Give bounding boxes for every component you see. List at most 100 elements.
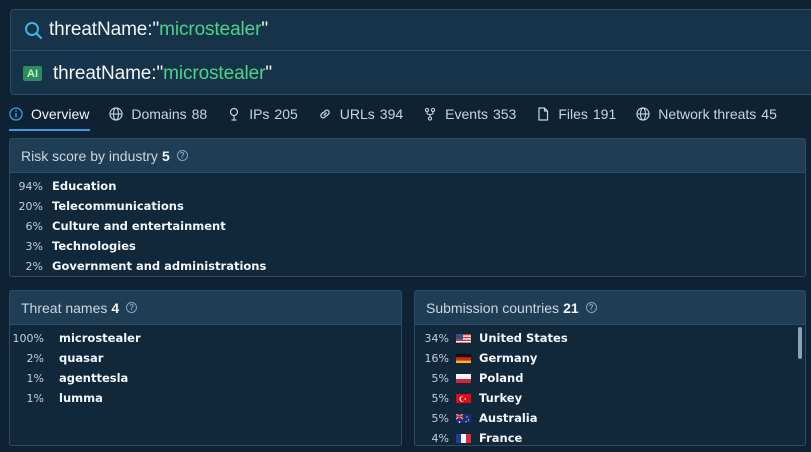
list-item[interactable]: 2% quasar: [10, 348, 401, 368]
list-item[interactable]: 2% Government and administrations: [10, 256, 805, 276]
list-item[interactable]: 1% agenttesla: [10, 368, 401, 388]
percent: 2%: [25, 259, 43, 273]
panel-title: Submission countries: [426, 299, 560, 316]
percent: 34%: [424, 331, 449, 345]
tab-bar: Overview Domains 88 IPs 205 URLs 394 Eve…: [0, 98, 811, 131]
list-item[interactable]: 1% lumma: [10, 388, 401, 408]
panel-count: 4: [111, 299, 120, 316]
search-icon: [24, 21, 43, 40]
tab-label: URLs: [339, 106, 375, 122]
tab-count: 353: [492, 106, 517, 122]
suggestion-text: threatName:"microstealer": [53, 63, 272, 85]
query-end: ": [261, 19, 269, 40]
list-item[interactable]: 34% United States: [415, 328, 805, 348]
pl-flag-icon: [456, 373, 471, 383]
panel-header: Submission countries 21 ?: [415, 291, 805, 325]
tab-label: Domains: [131, 106, 187, 122]
tab-label: IPs: [249, 106, 270, 122]
file-icon: [536, 107, 550, 121]
globe-icon: [636, 107, 650, 121]
percent: 2%: [26, 351, 44, 365]
panel-count: 5: [161, 147, 170, 164]
item-label: France: [479, 431, 523, 445]
tr-flag-icon: [456, 393, 471, 403]
item-label: United States: [479, 331, 568, 345]
suggestion-value: microstealer: [163, 62, 266, 84]
query-key: threatName:": [49, 19, 160, 40]
percent: 5%: [431, 371, 449, 385]
fr-flag-icon: [456, 433, 471, 443]
item-label: microstealer: [59, 331, 141, 345]
list-item[interactable]: 4% France: [415, 428, 805, 445]
submission-countries-panel: Submission countries 21 ? 34% United Sta…: [414, 290, 806, 446]
list-item[interactable]: 100% microstealer: [10, 328, 401, 348]
panel-title: Risk score by industry: [21, 147, 158, 164]
item-label: Education: [52, 179, 117, 193]
percent: 100%: [12, 331, 44, 345]
percent: 3%: [25, 239, 43, 253]
help-icon[interactable]: ?: [585, 302, 597, 313]
item-label: Government and administrations: [52, 259, 267, 273]
panel-title: Threat names: [21, 299, 108, 316]
tab-label: Overview: [31, 106, 90, 122]
fork-icon: [423, 107, 437, 121]
tab-label: Files: [558, 106, 588, 122]
item-label: Australia: [479, 411, 538, 425]
help-icon[interactable]: ?: [126, 302, 138, 313]
globe-icon: [109, 107, 123, 121]
tab-count: 45: [761, 106, 777, 122]
item-label: quasar: [59, 351, 104, 365]
de-flag-icon: [456, 353, 471, 363]
list-item[interactable]: 5% Australia: [415, 408, 805, 428]
list-item[interactable]: 3% Technologies: [10, 236, 805, 256]
tab-overview[interactable]: Overview: [9, 99, 91, 131]
panel-header: Threat names 4 ?: [10, 291, 401, 325]
au-flag-icon: [456, 413, 471, 423]
tab-count: 205: [274, 106, 298, 122]
us-flag-icon: [456, 333, 471, 343]
item-label: Telecommunications: [52, 199, 184, 213]
item-label: lumma: [59, 391, 103, 405]
risk-score-panel: Risk score by industry 5 ? 94% Education …: [9, 138, 806, 277]
percent: 20%: [18, 199, 43, 213]
link-icon: [318, 107, 332, 121]
query-value: microstealer: [159, 19, 262, 40]
item-label: Turkey: [479, 391, 523, 405]
info-icon: [9, 107, 23, 121]
tab-ips[interactable]: IPs 205: [227, 99, 298, 129]
suggestion-key: threatName:": [53, 62, 164, 84]
tab-events[interactable]: Events 353: [423, 99, 516, 129]
tab-count: 394: [379, 106, 404, 122]
pin-icon: [227, 107, 241, 121]
search-query: threatName:"microstealer": [49, 19, 268, 41]
item-label: Poland: [479, 371, 524, 385]
percent: 5%: [431, 411, 449, 425]
tab-urls[interactable]: URLs 394: [318, 99, 403, 129]
tab-domains[interactable]: Domains 88: [109, 99, 207, 129]
percent: 4%: [431, 431, 449, 445]
search-box[interactable]: threatName:"microstealer" AI threatName:…: [10, 9, 811, 95]
list-item[interactable]: 94% Education: [10, 176, 805, 196]
list-item[interactable]: 5% Turkey: [415, 388, 805, 408]
tab-network-threats[interactable]: Network threats 45: [636, 99, 777, 129]
list-item[interactable]: 20% Telecommunications: [10, 196, 805, 216]
item-label: Germany: [479, 351, 538, 365]
list-item[interactable]: 16% Germany: [415, 348, 805, 368]
search-input[interactable]: threatName:"microstealer": [11, 10, 811, 51]
percent: 5%: [431, 391, 449, 405]
scrollbar[interactable]: [798, 327, 802, 359]
tab-count: 88: [191, 106, 208, 122]
panel-header: Risk score by industry 5 ?: [10, 139, 805, 173]
list-item[interactable]: 5% Poland: [415, 368, 805, 388]
percent: 94%: [18, 179, 43, 193]
percent: 1%: [26, 371, 44, 385]
ai-suggestion[interactable]: AI threatName:"microstealer": [11, 52, 811, 95]
percent: 16%: [424, 351, 449, 365]
item-label: Technologies: [52, 239, 136, 253]
list-item[interactable]: 6% Culture and entertainment: [10, 216, 805, 236]
tab-label: Network threats: [658, 106, 757, 122]
help-icon[interactable]: ?: [176, 150, 188, 161]
tab-files[interactable]: Files 191: [536, 99, 616, 129]
threat-names-panel: Threat names 4 ? 100% microstealer 2% quas…: [9, 290, 402, 446]
percent: 1%: [26, 391, 44, 405]
